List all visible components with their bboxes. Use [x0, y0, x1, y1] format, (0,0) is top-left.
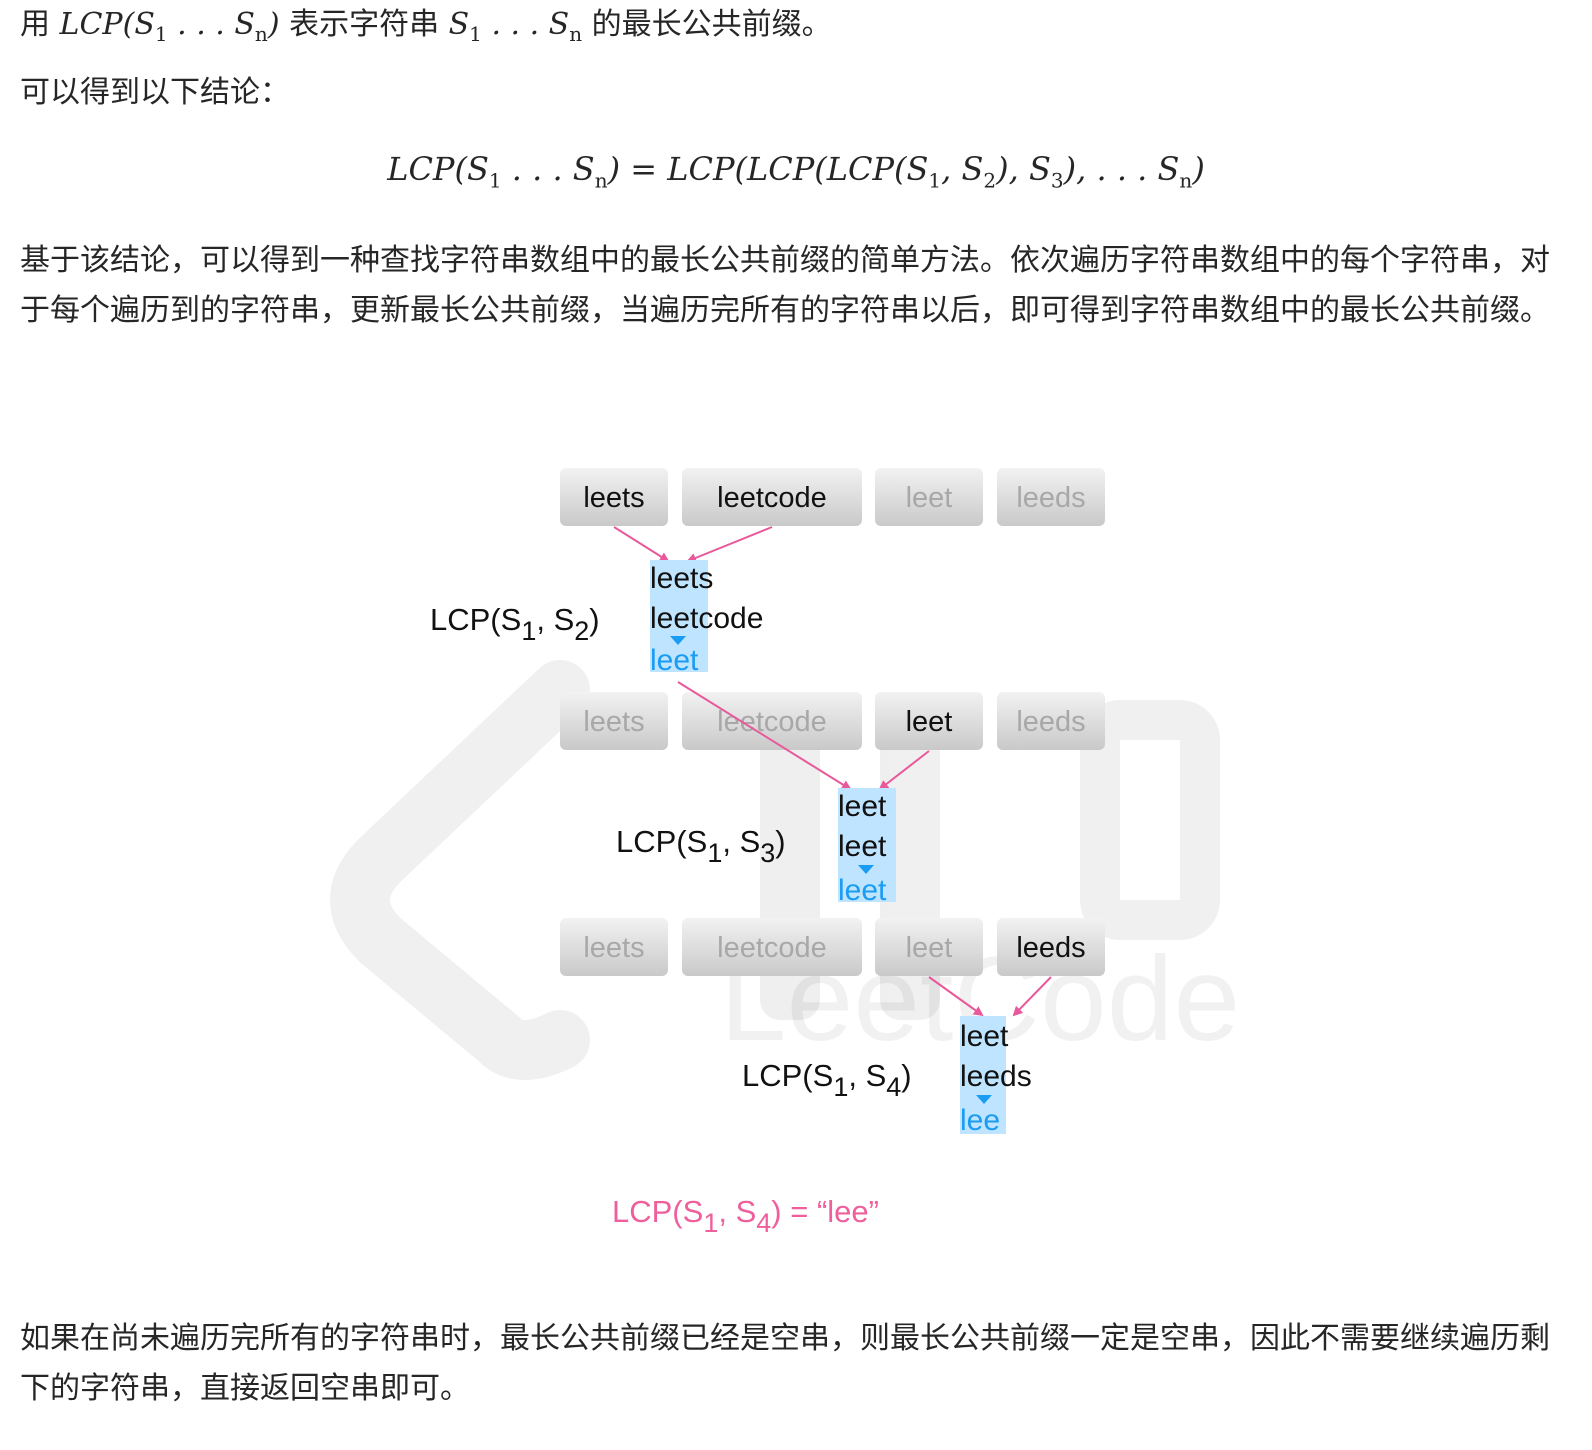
step2-line1: leet: [838, 790, 887, 823]
row3-box-leeds: leeds: [1016, 932, 1085, 964]
step2-label: LCP(S1, S3): [616, 824, 786, 868]
row3-box-leet: leet: [906, 932, 953, 964]
paragraph-early-exit: 如果在尚未遍历完所有的字符串时，最长公共前缀已经是空串，则最长公共前缀一定是空串…: [20, 1321, 1550, 1406]
step3-line1: leet: [960, 1020, 1009, 1053]
row2-box-leets: leets: [583, 706, 644, 738]
row1-box-leet: leet: [906, 482, 953, 514]
row1-box-leetcode: leetcode: [717, 482, 827, 514]
step3-label: LCP(S1, S4): [742, 1058, 912, 1102]
row1-box-leeds: leeds: [1016, 482, 1085, 514]
step3-line2: leeds: [960, 1060, 1032, 1093]
step2-line2: leet: [838, 830, 887, 863]
step2-result: leet: [838, 874, 887, 907]
row2-box-leet: leet: [906, 706, 953, 738]
arrow-1b: [686, 526, 773, 563]
step3-result: lee: [960, 1104, 1000, 1137]
arrow-1a: [613, 526, 670, 563]
step2: leet leet leet LCP(S1, S3): [616, 788, 896, 907]
step1-line2: leetcode: [650, 602, 763, 635]
row2-box-leeds: leeds: [1016, 706, 1085, 738]
final-result: LCP(S1, S4) = “lee”: [612, 1194, 879, 1238]
step1-result: leet: [650, 644, 699, 677]
lcp-diagram: LeetCode leets leetcode leet leeds leets…: [330, 468, 1240, 1238]
step1: leets leetcode leet LCP(S1, S2): [430, 560, 763, 677]
row3-box-leets: leets: [583, 932, 644, 964]
row1-boxes: leets leetcode leet leeds: [560, 468, 1105, 526]
row3-box-leetcode: leetcode: [717, 932, 827, 964]
lcp-figure: LeetCode leets leetcode leet leeds leets…: [0, 0, 1592, 1450]
step1-label: LCP(S1, S2): [430, 602, 600, 646]
row1-box-leets: leets: [583, 482, 644, 514]
row2-boxes: leets leetcode leet leeds: [560, 692, 1105, 750]
step1-line1: leets: [650, 562, 713, 595]
row3-boxes: leets leetcode leet leeds: [560, 918, 1105, 976]
row2-box-leetcode: leetcode: [717, 706, 827, 738]
